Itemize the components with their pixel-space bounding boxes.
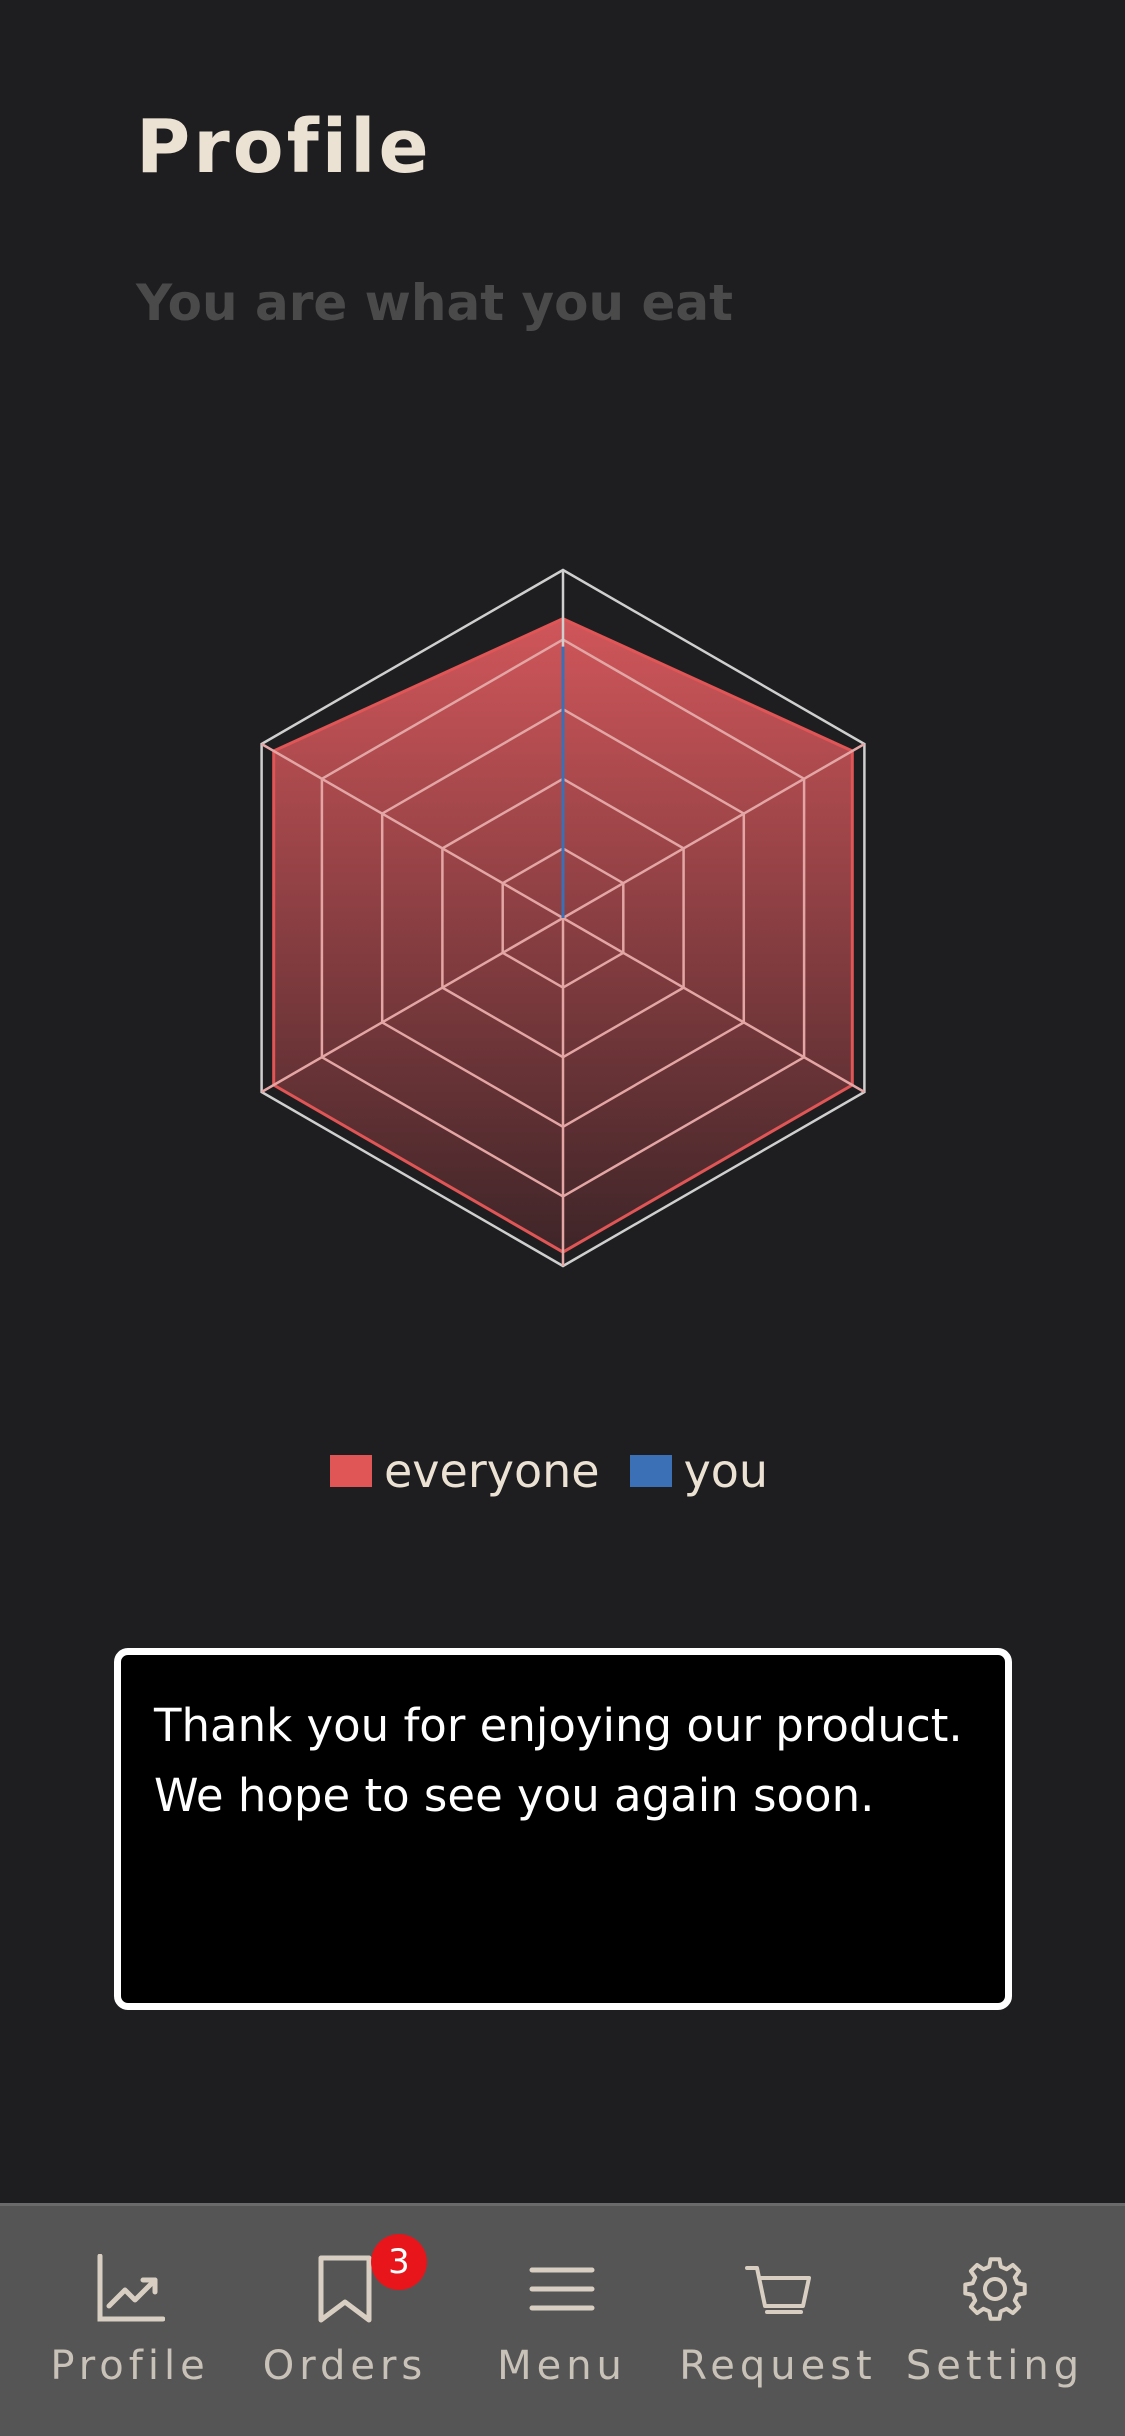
tab-label-request: Request [679,2343,877,2389]
bottom-tab-bar: Profile 3 Orders Menu Request Setting [0,2203,1125,2436]
bookmark-icon [318,2255,372,2323]
tab-request[interactable]: Request [668,2206,888,2436]
message-box: Thank you for enjoying our product. We h… [114,1648,1012,2010]
tab-orders[interactable]: 3 Orders [235,2206,455,2436]
chart-line-icon [97,2254,165,2322]
profile-screen: Profile You are what you eat everyone yo… [0,0,1125,2436]
legend-label-everyone: everyone [384,1444,600,1498]
legend-swatch-everyone [330,1455,372,1487]
legend-item-everyone: everyone [330,1448,600,1494]
legend-swatch-you [629,1455,672,1487]
menu-icon [529,2267,595,2311]
cart-icon [745,2266,811,2314]
message-text: Thank you for enjoying our product. We h… [154,1699,963,1822]
tab-label-orders: Orders [262,2343,428,2389]
legend-item-you: you [629,1444,769,1498]
tab-setting[interactable]: Setting [885,2206,1105,2436]
gear-icon [963,2257,1027,2321]
tab-menu[interactable]: Menu [452,2206,672,2436]
tab-label-setting: Setting [905,2343,1085,2389]
chart-legend: everyone you [330,1448,798,1494]
tab-label-menu: Menu [497,2343,627,2389]
orders-badge: 3 [371,2234,427,2290]
legend-label-you: you [683,1444,769,1498]
radar-chart [260,568,866,1268]
tab-label-profile: Profile [50,2343,210,2389]
tab-profile[interactable]: Profile [20,2206,240,2436]
